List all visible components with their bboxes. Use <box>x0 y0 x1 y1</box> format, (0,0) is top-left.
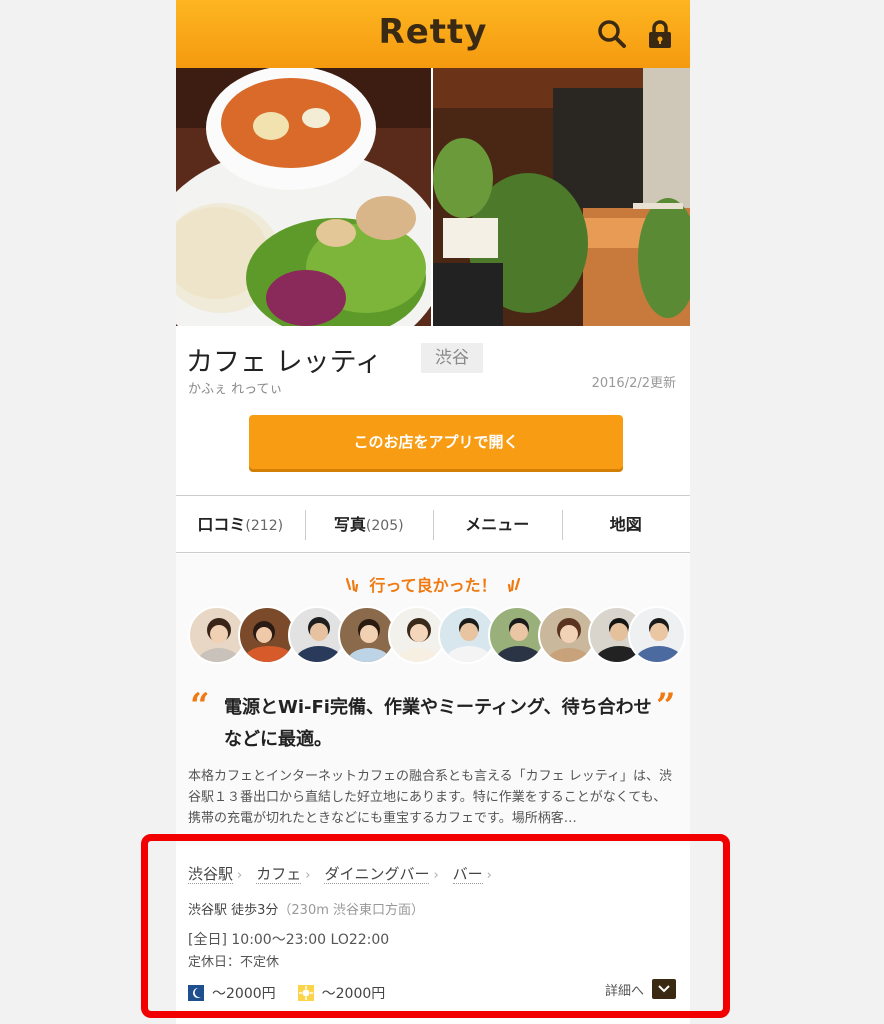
open-in-app-button[interactable]: このお店をアプリで開く <box>249 415 623 469</box>
tab-map[interactable]: 地図 <box>561 496 691 552</box>
highlight-annotation-box <box>141 834 730 1018</box>
tab-map-label: 地図 <box>609 515 642 534</box>
close-quote-icon: ” <box>656 686 676 726</box>
storefront-photo[interactable] <box>433 68 690 326</box>
tab-photos-label: 写真 <box>333 515 366 534</box>
tab-reviews[interactable]: 口コミ(212) <box>176 496 305 552</box>
review-headline[interactable]: 電源とWi-Fi完備、作業やミーティング、待ち合わせなどに最適。 <box>224 692 654 756</box>
good-title-text: 行って良かった！ <box>369 576 497 595</box>
food-photo[interactable] <box>176 68 431 326</box>
updated-date: 2016/2/2更新 <box>591 376 676 391</box>
tab-reviews-label: 口コミ <box>197 515 246 534</box>
open-quote-icon: “ <box>190 686 210 726</box>
search-icon[interactable] <box>596 18 628 50</box>
review-description[interactable]: 本格カフェとインターネットカフェの融合系とも言える「カフェ レッティ」は、渋谷駅… <box>188 766 672 829</box>
avatar[interactable] <box>628 606 686 664</box>
tab-menu[interactable]: メニュー <box>433 496 562 552</box>
restaurant-kana: かふぇ れってぃ <box>188 382 283 397</box>
user-avatars <box>188 606 688 666</box>
tab-photos[interactable]: 写真(205) <box>304 496 434 552</box>
restaurant-tabs: 口コミ(212) 写真(205) メニュー 地図 <box>176 495 690 553</box>
area-badge[interactable]: 渋谷 <box>421 343 483 373</box>
sparkle-left-icon <box>346 577 359 593</box>
restaurant-photos[interactable] <box>176 68 690 326</box>
tab-reviews-count: (212) <box>245 518 284 534</box>
app-header: Retty <box>176 0 690 68</box>
restaurant-title: カフェ レッティ <box>186 340 382 379</box>
lock-icon[interactable] <box>644 18 676 50</box>
sparkle-right-icon <box>507 577 520 593</box>
good-title: 行って良かった！ <box>176 572 690 596</box>
tab-menu-label: メニュー <box>465 515 530 534</box>
tab-photos-count: (205) <box>365 518 404 534</box>
restaurant-name: カフェ レッティ <box>186 347 382 378</box>
